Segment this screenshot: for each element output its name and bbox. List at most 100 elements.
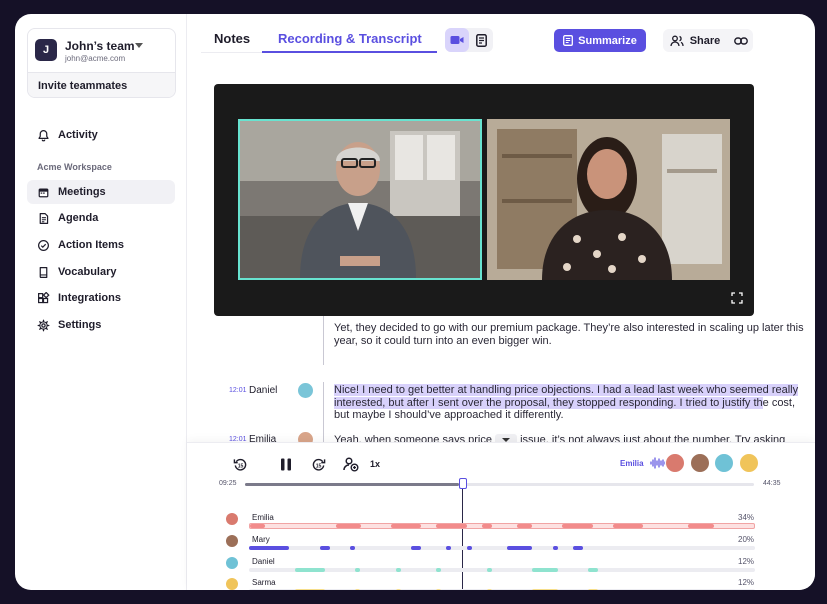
speaking-segment[interactable] — [481, 524, 492, 528]
users-icon — [670, 35, 684, 46]
transcript-timestamp[interactable]: 12:01 — [229, 387, 247, 394]
speaking-segment[interactable] — [249, 546, 290, 550]
transcript-entry-bar — [323, 316, 324, 365]
speaking-segment[interactable] — [355, 589, 361, 590]
rewind-15-button[interactable]: 15 — [231, 455, 249, 473]
speaking-segment[interactable] — [391, 524, 422, 528]
speaking-segment[interactable] — [688, 524, 714, 528]
speaking-segment[interactable] — [572, 546, 583, 550]
book-icon — [39, 266, 48, 278]
avatar — [298, 383, 313, 398]
transcript-speaker: Daniel — [249, 385, 278, 396]
summarize-button[interactable]: Summarize — [554, 29, 646, 52]
speaking-segment[interactable] — [250, 524, 266, 528]
view-toggle — [445, 28, 493, 52]
speaking-segment[interactable] — [319, 546, 330, 550]
speaker-row: Mary 20% — [187, 535, 815, 555]
participant-video-frame — [240, 121, 480, 278]
avatar — [226, 535, 238, 547]
participant-video-mary — [487, 119, 730, 280]
playback-speed-button[interactable]: 1x — [370, 459, 380, 469]
speaking-segment[interactable] — [355, 568, 361, 572]
speaking-segment[interactable] — [552, 546, 558, 550]
speaking-segment[interactable] — [436, 589, 442, 590]
avatar[interactable] — [690, 453, 710, 473]
sidebar-item-settings[interactable]: Settings — [27, 313, 175, 337]
transcript-entry-bar — [323, 382, 324, 432]
sidebar-item-label: Integrations — [58, 292, 121, 304]
speaking-segment[interactable] — [395, 568, 401, 572]
transcript-text[interactable]: Nice! I need to get better at handling p… — [334, 384, 804, 422]
speaking-segment[interactable] — [335, 524, 361, 528]
speaking-segment[interactable] — [486, 589, 492, 590]
fast-forward-icon: 15 — [312, 458, 325, 471]
transcript-view-button[interactable] — [469, 28, 493, 52]
sidebar-item-action-items[interactable]: Action Items — [27, 233, 175, 257]
speaking-segment[interactable] — [350, 546, 356, 550]
document-icon — [563, 35, 574, 46]
speaker-row: Daniel 12% — [187, 557, 815, 577]
sidebar-item-label: Action Items — [58, 239, 125, 251]
speaking-segment[interactable] — [395, 589, 401, 590]
sidebar-item-activity[interactable]: Activity — [27, 123, 175, 147]
speaking-segment[interactable] — [486, 568, 492, 572]
avatar[interactable] — [665, 453, 685, 473]
speaking-segment[interactable] — [517, 524, 533, 528]
sidebar-item-label: Vocabulary — [58, 266, 117, 278]
speaking-segment[interactable] — [612, 524, 644, 528]
share-button[interactable]: Share — [663, 29, 727, 52]
forward-15-button[interactable]: 15 — [309, 455, 327, 473]
video-player[interactable] — [214, 84, 754, 316]
speaker-track[interactable] — [249, 523, 755, 529]
sidebar-item-meetings[interactable]: Meetings — [27, 180, 175, 204]
tab-recording-transcript[interactable]: Recording & Transcript — [278, 31, 422, 46]
video-camera-icon — [450, 36, 464, 44]
add-participant-button[interactable] — [342, 455, 360, 473]
avatar — [226, 557, 238, 569]
speaking-segment[interactable] — [507, 546, 533, 550]
speaker-track[interactable] — [249, 546, 755, 550]
transcript-text[interactable]: Yet, they decided to go with our premium… — [334, 322, 804, 347]
current-speaker-label: Emilia — [620, 459, 644, 468]
speaking-segment[interactable] — [294, 589, 325, 590]
pause-icon — [281, 458, 291, 470]
playhead-handle[interactable] — [459, 478, 467, 489]
speaking-segment[interactable] — [436, 524, 467, 528]
speaking-segment[interactable] — [532, 589, 558, 590]
speaking-segment[interactable] — [588, 589, 599, 590]
highlighted-text: Nice! I need to get better at handling p… — [334, 384, 799, 409]
fullscreen-icon[interactable] — [731, 292, 743, 304]
caret-down-icon[interactable] — [135, 43, 143, 48]
speaker-track[interactable] — [249, 568, 755, 572]
tab-notes[interactable]: Notes — [214, 31, 250, 46]
team-card: J John’s team john@acme.com Invite teamm… — [27, 28, 176, 98]
sidebar-item-integrations[interactable]: Integrations — [27, 286, 175, 310]
speaking-segment[interactable] — [562, 524, 593, 528]
pause-button[interactable] — [277, 455, 295, 473]
speaking-segment[interactable] — [294, 568, 325, 572]
speaking-segment[interactable] — [588, 568, 599, 572]
progress-fill — [245, 483, 459, 486]
sidebar-item-agenda[interactable]: Agenda — [27, 206, 175, 230]
calendar-icon — [38, 187, 49, 197]
avatar[interactable] — [714, 453, 734, 473]
invite-teammates-button[interactable]: Invite teammates — [28, 72, 175, 97]
speaking-segment[interactable] — [436, 568, 442, 572]
sidebar-item-label: Meetings — [58, 186, 106, 198]
video-view-button[interactable] — [445, 28, 469, 52]
speaking-segment[interactable] — [466, 546, 472, 550]
speaker-name: Sarma — [252, 578, 276, 587]
sidebar-item-vocabulary[interactable]: Vocabulary — [27, 260, 175, 284]
avatar[interactable] — [739, 453, 759, 473]
copy-link-button[interactable] — [729, 29, 753, 52]
progress-track[interactable] — [245, 483, 754, 486]
user-add-icon — [343, 456, 359, 471]
team-switcher[interactable]: J John’s team john@acme.com — [28, 29, 175, 72]
avatar — [226, 578, 238, 590]
speaking-segment[interactable] — [532, 568, 558, 572]
check-circle-icon — [38, 239, 49, 251]
speaking-segment[interactable] — [446, 546, 452, 550]
speaking-segment[interactable] — [410, 546, 422, 550]
speaker-track[interactable] — [249, 589, 755, 590]
speaker-percent: 12% — [738, 578, 755, 587]
